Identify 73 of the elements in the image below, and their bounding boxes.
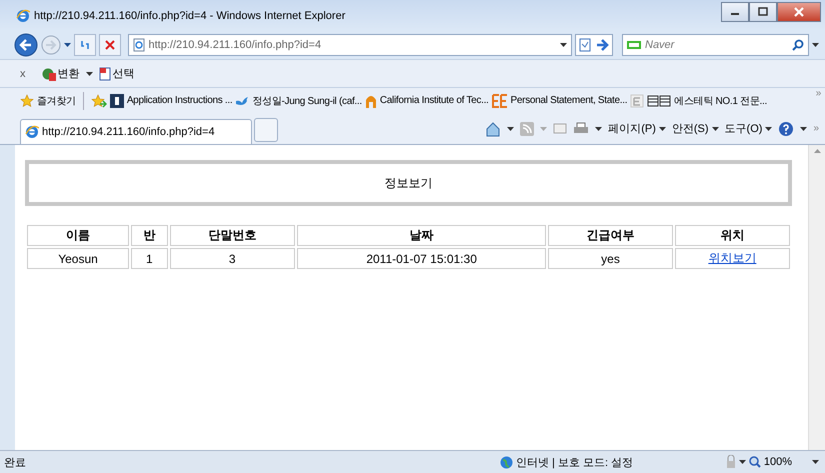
caret-icon[interactable] [738, 460, 746, 464]
page-e-icon [630, 94, 644, 108]
search-provider-icon [627, 41, 641, 49]
caret-icon[interactable] [765, 126, 772, 130]
page-heading: 정보보기 [25, 160, 792, 206]
status-text: 완료 [4, 456, 27, 470]
toolbar-item[interactable]: 선택 [112, 66, 134, 81]
add-favorite-icon[interactable] [90, 94, 107, 108]
close-toolbar-button[interactable]: x [20, 68, 26, 80]
favorite-link[interactable]: 에스테틱 NO.1 전문... [674, 94, 767, 108]
zoom-level[interactable]: 100% [764, 456, 792, 468]
column-header: 긴급여부 [548, 225, 673, 246]
address-bar[interactable]: http://210.94.211.160/info.php?id=4 [128, 34, 572, 56]
favorite-link[interactable]: Personal Statement, State... [510, 95, 628, 106]
table-cell: yes [548, 248, 673, 269]
column-header: 반 [131, 225, 168, 246]
globe-icon [500, 456, 513, 468]
menu-button[interactable]: 안전(S) [672, 121, 709, 136]
minimize-button[interactable] [721, 2, 749, 22]
column-header: 위치 [674, 225, 790, 246]
tab-title: http://210.94.211.160/info.php?id=4 [42, 126, 215, 138]
zone-text: 인터넷 | 보호 모드: 설정 [516, 456, 634, 470]
caret-icon[interactable] [560, 43, 567, 47]
table-cell: Yeosun [27, 248, 130, 269]
browser-tab[interactable]: http://210.94.211.160/info.php?id=4 [20, 119, 252, 144]
caret-icon[interactable] [658, 126, 666, 130]
column-header: 날짜 [296, 225, 546, 246]
caret-icon[interactable] [712, 126, 719, 130]
favorite-link[interactable]: Application Instructions ... [126, 95, 232, 106]
caret-icon[interactable] [507, 126, 514, 130]
letter-i-icon [110, 94, 124, 108]
bird-icon [235, 94, 250, 106]
caret-icon[interactable] [800, 126, 808, 130]
search-box[interactable]: Naver [622, 34, 809, 56]
caret-icon[interactable] [812, 460, 819, 464]
help-icon[interactable] [778, 120, 794, 136]
ee-icon [492, 94, 508, 108]
ie-icon [16, 8, 30, 22]
page-icon [132, 38, 144, 52]
refresh-button[interactable] [74, 34, 96, 56]
search-icon[interactable] [792, 39, 804, 51]
globe-pdf-icon [42, 66, 56, 80]
column-header: 이름 [27, 225, 130, 246]
table-cell: 3 [170, 248, 295, 269]
menu-button[interactable]: 도구(O) [724, 121, 762, 136]
arch-icon [364, 94, 377, 108]
close-button[interactable] [777, 2, 821, 22]
caret-icon[interactable] [64, 43, 71, 47]
close-icon [794, 6, 804, 16]
back-icon[interactable] [14, 33, 38, 57]
caret-icon[interactable] [86, 72, 92, 76]
stop-icon [104, 40, 115, 50]
grid-icon [647, 94, 672, 106]
window-title: http://210.94.211.160/info.php?id=4 - Windows Internet Explorer [34, 10, 346, 22]
maximize-button[interactable] [749, 2, 777, 22]
stop-button[interactable] [98, 34, 120, 56]
print-icon[interactable] [573, 122, 590, 136]
toolbar-item[interactable]: 변환 [58, 66, 80, 81]
favorites-button[interactable]: 즐겨찾기 [37, 94, 76, 108]
menu-button[interactable]: 페이지(P) [608, 121, 656, 136]
document-icon [98, 66, 110, 80]
caret-icon[interactable] [595, 126, 602, 130]
column-header: 단말번호 [170, 225, 295, 246]
favorite-link[interactable]: California Institute of Tec... [380, 95, 489, 106]
favorite-link[interactable]: 정성일-Jung Sung-il (caf... [252, 94, 362, 108]
caret-icon[interactable] [812, 43, 819, 47]
maximize-icon [758, 7, 768, 16]
table-cell: 1 [131, 248, 168, 269]
zoom-icon[interactable] [748, 456, 761, 468]
home-icon[interactable] [485, 120, 502, 136]
ie-icon [25, 125, 39, 139]
star-icon [20, 94, 34, 108]
table-cell: 2011-01-07 15:01:30 [296, 248, 546, 269]
